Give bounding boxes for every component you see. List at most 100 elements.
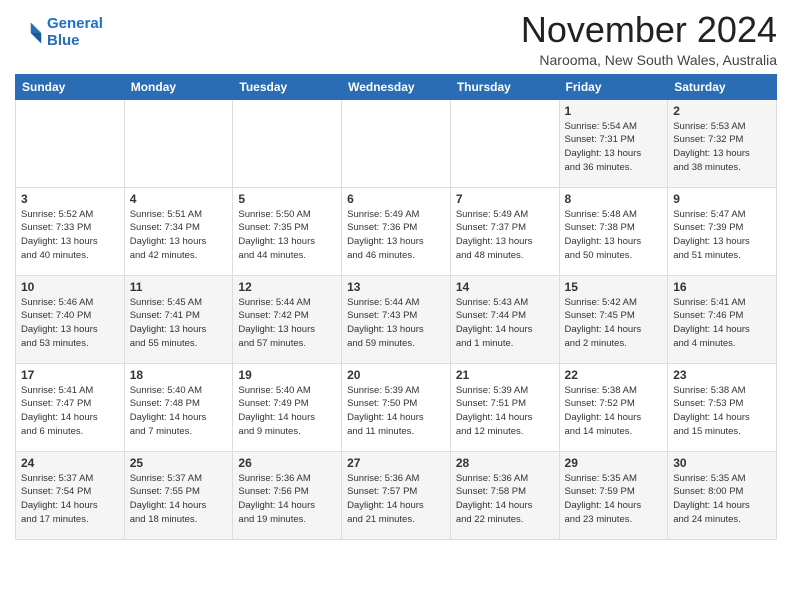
day-number: 25 bbox=[130, 456, 228, 470]
day-info: Sunrise: 5:48 AM Sunset: 7:38 PM Dayligh… bbox=[565, 208, 663, 263]
day-info: Sunrise: 5:37 AM Sunset: 7:54 PM Dayligh… bbox=[21, 472, 119, 527]
calendar-cell: 27 Sunrise: 5:36 AM Sunset: 7:57 PM Dayli… bbox=[342, 451, 451, 539]
day-number: 6 bbox=[347, 192, 445, 206]
calendar-cell: 28Sunrise: 5:36 AM Sunset: 7:58 PM Dayli… bbox=[450, 451, 559, 539]
day-info: Sunrise: 5:49 AM Sunset: 7:37 PM Dayligh… bbox=[456, 208, 554, 263]
logo-text: General Blue bbox=[47, 16, 103, 49]
calendar-cell: 21 Sunrise: 5:39 AM Sunset: 7:51 PM Dayli… bbox=[450, 363, 559, 451]
day-info: Sunrise: 5:39 AM Sunset: 7:50 PM Dayligh… bbox=[347, 384, 445, 439]
calendar-cell bbox=[124, 99, 233, 187]
calendar-cell: 7Sunrise: 5:49 AM Sunset: 7:37 PM Daylig… bbox=[450, 187, 559, 275]
page-header: General Blue November 2024 Narooma, New … bbox=[15, 10, 777, 68]
calendar-cell bbox=[233, 99, 342, 187]
calendar-cell: 23 Sunrise: 5:38 AM Sunset: 7:53 PM Dayli… bbox=[668, 363, 777, 451]
day-number: 19 bbox=[238, 368, 336, 382]
calendar-week-2: 3 Sunrise: 5:52 AM Sunset: 7:33 PM Daylig… bbox=[16, 187, 777, 275]
calendar-cell bbox=[16, 99, 125, 187]
calendar-cell: 10Sunrise: 5:46 AM Sunset: 7:40 PM Dayli… bbox=[16, 275, 125, 363]
day-info: Sunrise: 5:54 AM Sunset: 7:31 PM Dayligh… bbox=[565, 120, 663, 175]
day-info: Sunrise: 5:36 AM Sunset: 7:58 PM Dayligh… bbox=[456, 472, 554, 527]
title-block: November 2024 Narooma, New South Wales, … bbox=[521, 10, 777, 68]
logo-icon bbox=[15, 19, 43, 47]
weekday-header-row: SundayMondayTuesdayWednesdayThursdayFrid… bbox=[16, 74, 777, 99]
day-number: 20 bbox=[347, 368, 445, 382]
logo-line1: General bbox=[47, 15, 103, 32]
month-title: November 2024 bbox=[521, 10, 777, 50]
day-info: Sunrise: 5:35 AM Sunset: 7:59 PM Dayligh… bbox=[565, 472, 663, 527]
day-number: 14 bbox=[456, 280, 554, 294]
day-info: Sunrise: 5:35 AM Sunset: 8:00 PM Dayligh… bbox=[673, 472, 771, 527]
day-info: Sunrise: 5:36 AM Sunset: 7:57 PM Dayligh… bbox=[347, 472, 445, 527]
weekday-monday: Monday bbox=[124, 74, 233, 99]
calendar-cell: 4Sunrise: 5:51 AM Sunset: 7:34 PM Daylig… bbox=[124, 187, 233, 275]
weekday-tuesday: Tuesday bbox=[233, 74, 342, 99]
day-info: Sunrise: 5:37 AM Sunset: 7:55 PM Dayligh… bbox=[130, 472, 228, 527]
day-info: Sunrise: 5:44 AM Sunset: 7:43 PM Dayligh… bbox=[347, 296, 445, 351]
weekday-saturday: Saturday bbox=[668, 74, 777, 99]
calendar-cell: 5Sunrise: 5:50 AM Sunset: 7:35 PM Daylig… bbox=[233, 187, 342, 275]
calendar-week-4: 17 Sunrise: 5:41 AM Sunset: 7:47 PM Dayli… bbox=[16, 363, 777, 451]
calendar-cell: 2Sunrise: 5:53 AM Sunset: 7:32 PM Daylig… bbox=[668, 99, 777, 187]
day-info: Sunrise: 5:36 AM Sunset: 7:56 PM Dayligh… bbox=[238, 472, 336, 527]
day-number: 21 bbox=[456, 368, 554, 382]
calendar-body: 1 Sunrise: 5:54 AM Sunset: 7:31 PM Daylig… bbox=[16, 99, 777, 539]
location-subtitle: Narooma, New South Wales, Australia bbox=[521, 52, 777, 68]
day-info: Sunrise: 5:47 AM Sunset: 7:39 PM Dayligh… bbox=[673, 208, 771, 263]
calendar-cell: 22 Sunrise: 5:38 AM Sunset: 7:52 PM Dayli… bbox=[559, 363, 668, 451]
day-info: Sunrise: 5:38 AM Sunset: 7:53 PM Dayligh… bbox=[673, 384, 771, 439]
day-info: Sunrise: 5:40 AM Sunset: 7:48 PM Dayligh… bbox=[130, 384, 228, 439]
day-number: 29 bbox=[565, 456, 663, 470]
day-number: 22 bbox=[565, 368, 663, 382]
day-info: Sunrise: 5:40 AM Sunset: 7:49 PM Dayligh… bbox=[238, 384, 336, 439]
weekday-sunday: Sunday bbox=[16, 74, 125, 99]
calendar-cell: 26Sunrise: 5:36 AM Sunset: 7:56 PM Dayli… bbox=[233, 451, 342, 539]
calendar-cell: 1 Sunrise: 5:54 AM Sunset: 7:31 PM Daylig… bbox=[559, 99, 668, 187]
calendar-cell: 19 Sunrise: 5:40 AM Sunset: 7:49 PM Dayli… bbox=[233, 363, 342, 451]
calendar-cell: 9 Sunrise: 5:47 AM Sunset: 7:39 PM Daylig… bbox=[668, 187, 777, 275]
day-number: 17 bbox=[21, 368, 119, 382]
calendar-table: SundayMondayTuesdayWednesdayThursdayFrid… bbox=[15, 74, 777, 540]
day-number: 30 bbox=[673, 456, 771, 470]
logo-line2: Blue bbox=[47, 32, 80, 49]
calendar-header: SundayMondayTuesdayWednesdayThursdayFrid… bbox=[16, 74, 777, 99]
calendar-cell: 29 Sunrise: 5:35 AM Sunset: 7:59 PM Dayli… bbox=[559, 451, 668, 539]
day-info: Sunrise: 5:38 AM Sunset: 7:52 PM Dayligh… bbox=[565, 384, 663, 439]
day-number: 27 bbox=[347, 456, 445, 470]
day-info: Sunrise: 5:44 AM Sunset: 7:42 PM Dayligh… bbox=[238, 296, 336, 351]
day-info: Sunrise: 5:39 AM Sunset: 7:51 PM Dayligh… bbox=[456, 384, 554, 439]
calendar-cell: 25 Sunrise: 5:37 AM Sunset: 7:55 PM Dayli… bbox=[124, 451, 233, 539]
calendar-cell: 6 Sunrise: 5:49 AM Sunset: 7:36 PM Daylig… bbox=[342, 187, 451, 275]
day-number: 8 bbox=[565, 192, 663, 206]
logo: General Blue bbox=[15, 16, 103, 49]
day-info: Sunrise: 5:52 AM Sunset: 7:33 PM Dayligh… bbox=[21, 208, 119, 263]
day-number: 23 bbox=[673, 368, 771, 382]
calendar-cell bbox=[450, 99, 559, 187]
calendar-cell: 20 Sunrise: 5:39 AM Sunset: 7:50 PM Dayli… bbox=[342, 363, 451, 451]
calendar-week-5: 24 Sunrise: 5:37 AM Sunset: 7:54 PM Dayli… bbox=[16, 451, 777, 539]
calendar-cell: 17 Sunrise: 5:41 AM Sunset: 7:47 PM Dayli… bbox=[16, 363, 125, 451]
calendar-cell: 16Sunrise: 5:41 AM Sunset: 7:46 PM Dayli… bbox=[668, 275, 777, 363]
day-info: Sunrise: 5:49 AM Sunset: 7:36 PM Dayligh… bbox=[347, 208, 445, 263]
day-info: Sunrise: 5:42 AM Sunset: 7:45 PM Dayligh… bbox=[565, 296, 663, 351]
day-number: 9 bbox=[673, 192, 771, 206]
day-number: 3 bbox=[21, 192, 119, 206]
day-number: 12 bbox=[238, 280, 336, 294]
calendar-cell: 13Sunrise: 5:44 AM Sunset: 7:43 PM Dayli… bbox=[342, 275, 451, 363]
calendar-cell: 24 Sunrise: 5:37 AM Sunset: 7:54 PM Dayli… bbox=[16, 451, 125, 539]
day-info: Sunrise: 5:51 AM Sunset: 7:34 PM Dayligh… bbox=[130, 208, 228, 263]
day-info: Sunrise: 5:41 AM Sunset: 7:47 PM Dayligh… bbox=[21, 384, 119, 439]
calendar-cell: 3 Sunrise: 5:52 AM Sunset: 7:33 PM Daylig… bbox=[16, 187, 125, 275]
day-number: 1 bbox=[565, 104, 663, 118]
calendar-week-1: 1 Sunrise: 5:54 AM Sunset: 7:31 PM Daylig… bbox=[16, 99, 777, 187]
day-info: Sunrise: 5:50 AM Sunset: 7:35 PM Dayligh… bbox=[238, 208, 336, 263]
calendar-cell bbox=[342, 99, 451, 187]
calendar-cell: 12 Sunrise: 5:44 AM Sunset: 7:42 PM Dayli… bbox=[233, 275, 342, 363]
calendar-cell: 30 Sunrise: 5:35 AM Sunset: 8:00 PM Dayli… bbox=[668, 451, 777, 539]
day-info: Sunrise: 5:41 AM Sunset: 7:46 PM Dayligh… bbox=[673, 296, 771, 351]
weekday-wednesday: Wednesday bbox=[342, 74, 451, 99]
day-number: 24 bbox=[21, 456, 119, 470]
day-number: 18 bbox=[130, 368, 228, 382]
calendar-cell: 11Sunrise: 5:45 AM Sunset: 7:41 PM Dayli… bbox=[124, 275, 233, 363]
calendar-week-3: 10Sunrise: 5:46 AM Sunset: 7:40 PM Dayli… bbox=[16, 275, 777, 363]
calendar-cell: 8 Sunrise: 5:48 AM Sunset: 7:38 PM Daylig… bbox=[559, 187, 668, 275]
